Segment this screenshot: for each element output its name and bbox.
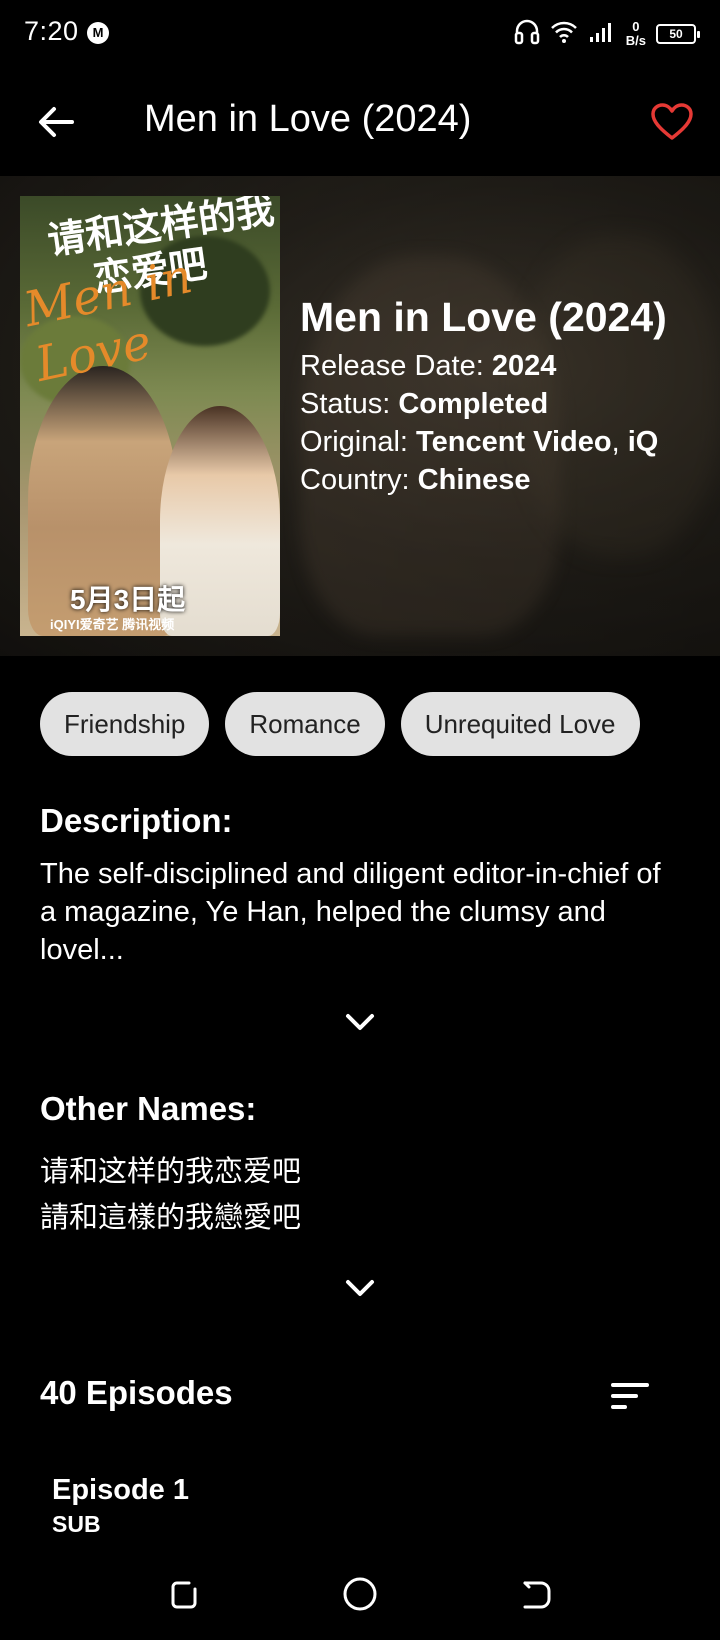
other-name: 请和这样的我恋爱吧 [40, 1154, 302, 1188]
heart-outline-icon [651, 103, 693, 140]
home-button[interactable] [336, 1570, 384, 1618]
description-text: The self-disciplined and diligent editor… [40, 858, 661, 966]
drama-info: Men in Love (2024) Release Date: 2024 St… [300, 294, 710, 499]
app-bar: Men in Love (2024) [0, 66, 720, 176]
poster-image[interactable]: 请和这样的我 恋爱吧 Men in Love 5月3日起 iQIYI爱奇艺 腾讯视… [20, 196, 280, 636]
tag-chip[interactable]: Friendship [40, 692, 210, 756]
tag-chip[interactable]: Romance [225, 692, 385, 756]
episode-list-item[interactable]: Episode 1 SUB [52, 1474, 189, 1538]
app-notification-icon: M [87, 22, 109, 44]
description-heading: Description: [40, 802, 233, 839]
other-names-heading: Other Names: [40, 1090, 257, 1127]
status-time: 7:20 [24, 16, 79, 46]
net-speed: 0 B/s [626, 20, 646, 48]
hero-banner: 请和这样的我 恋爱吧 Men in Love 5月3日起 iQIYI爱奇艺 腾讯视… [0, 176, 720, 656]
nav-back-button[interactable] [512, 1570, 560, 1618]
recents-icon [171, 1581, 197, 1609]
genre-tags: Friendship Romance Unrequited Love [40, 692, 640, 756]
nav-back-icon [523, 1581, 551, 1609]
original-network: Original: Tencent Video, iQ [300, 426, 659, 458]
battery-icon: 50 [656, 24, 700, 44]
chevron-down-icon [346, 1014, 374, 1030]
headphones-icon [514, 18, 540, 51]
sort-button[interactable] [604, 1374, 656, 1418]
status: Status: Completed [300, 388, 549, 420]
signal-icon [588, 21, 616, 48]
poster-logos: iQIYI爱奇艺 腾讯视频 [50, 617, 175, 632]
page-title: Men in Love (2024) [144, 98, 472, 140]
back-button[interactable] [30, 96, 82, 148]
arrow-left-icon [39, 107, 74, 137]
recents-button[interactable] [160, 1570, 208, 1618]
wifi-icon [550, 20, 578, 49]
episode-title: Episode 1 [52, 1474, 189, 1506]
net-speed-unit: B/s [625, 33, 646, 48]
other-name: 請和這樣的我戀愛吧 [40, 1200, 302, 1234]
release-date: Release Date: 2024 [300, 350, 557, 382]
chevron-down-icon [346, 1280, 374, 1296]
sort-icon [611, 1383, 649, 1409]
status-icons: 0 B/s 50 [514, 18, 700, 51]
drama-title: Men in Love (2024) [300, 294, 667, 340]
favorite-button[interactable] [644, 94, 700, 150]
system-nav-bar [0, 1548, 720, 1640]
other-names-list: 请和这样的我恋爱吧 請和這樣的我戀愛吧 [40, 1148, 301, 1240]
poster-date: 5月3日起 [70, 584, 186, 615]
episode-sub-badge: SUB [52, 1511, 101, 1537]
other-names-expand-button[interactable] [336, 1268, 384, 1308]
country: Country: Chinese [300, 464, 531, 496]
net-speed-value: 0 [632, 19, 640, 34]
home-circle-icon [343, 1577, 377, 1611]
tag-chip[interactable]: Unrequited Love [400, 692, 640, 756]
description-expand-button[interactable] [336, 1002, 384, 1042]
episodes-heading: 40 Episodes [40, 1374, 233, 1411]
status-bar: 7:20 M 0 B/s 50 [0, 0, 720, 66]
